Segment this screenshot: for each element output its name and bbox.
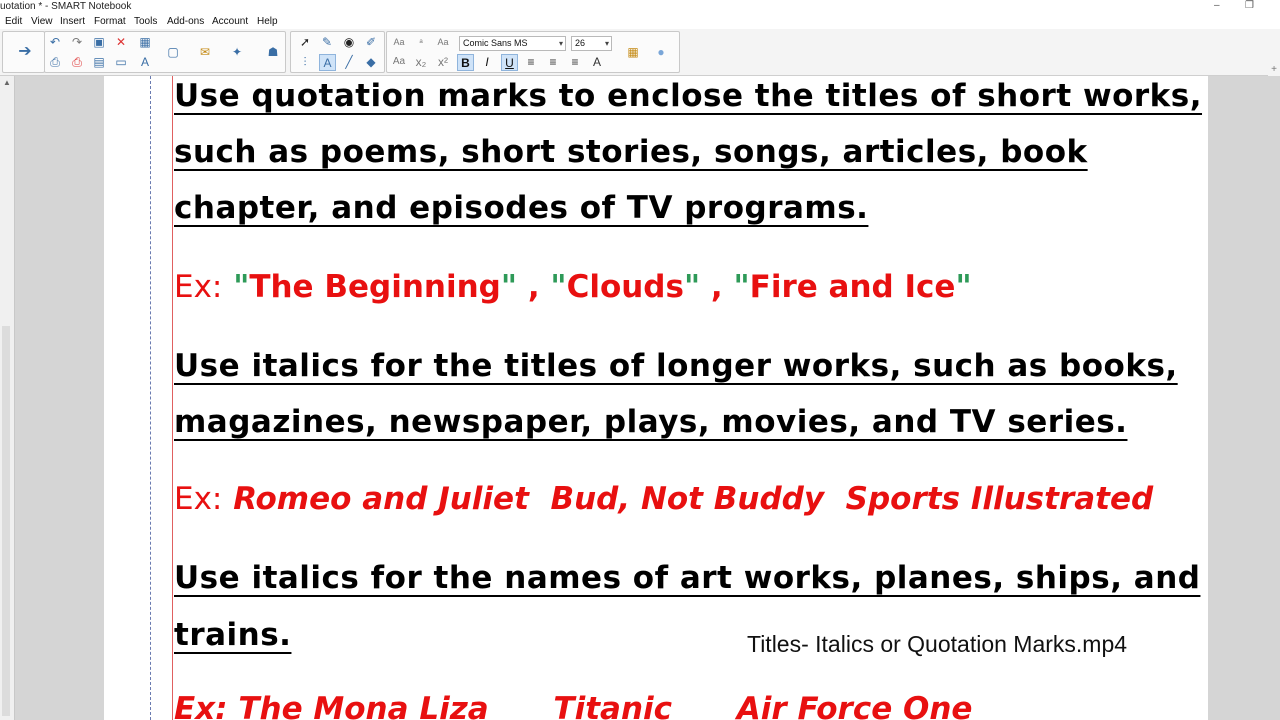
font-case-icon[interactable]: Aa (435, 34, 451, 50)
response-icon[interactable]: ✉ (197, 44, 213, 60)
menu-view[interactable]: View (31, 15, 53, 28)
tools-group: ➚ ✎ ◉ ✐ ⫶ A ╱ ◆ (290, 31, 385, 73)
font-size-select[interactable]: 26 ▾ (571, 36, 612, 51)
fill-icon[interactable]: ◉ (341, 34, 357, 50)
quote-mark: " (683, 269, 701, 305)
rule2-line1[interactable]: Use italics for the titles of longer wor… (174, 348, 1178, 384)
separator: , (700, 269, 734, 305)
example-label: Ex: (174, 481, 223, 517)
quote-mark: " (500, 269, 518, 305)
rule1-line2[interactable]: such as poems, short stories, songs, art… (174, 134, 1088, 170)
scroll-up-icon[interactable]: ▲ (3, 78, 11, 87)
separator: , (517, 269, 551, 305)
undo-icon[interactable]: ↶ (47, 34, 63, 50)
magic-pen-icon[interactable]: ✐ (363, 34, 379, 50)
pen-icon[interactable]: ✎ (319, 34, 335, 50)
example1-title2: Clouds (566, 269, 684, 305)
align-right-icon[interactable]: ≡ (567, 54, 583, 70)
nav-group: ➔ (2, 31, 45, 73)
redo-icon[interactable]: ↷ (69, 34, 85, 50)
text-format-group: Aa ᵃ Aa Comic Sans MS ▾ 26 ▾ Aa x₂ x² B … (386, 31, 680, 73)
display-icon[interactable]: ▢ (165, 44, 181, 60)
next-page-icon[interactable]: ➔ (17, 44, 33, 60)
font-size-down-icon[interactable]: ᵃ (413, 34, 429, 50)
share-icon[interactable]: ☗ (265, 44, 281, 60)
font-name-select[interactable]: Comic Sans MS ▾ (459, 36, 566, 51)
example-label: Ex: (174, 269, 223, 305)
notebook-page[interactable]: Use quotation marks to enclose the title… (104, 76, 1208, 720)
rule3-line2[interactable]: trains. (174, 617, 291, 653)
menu-bar: Edit View Insert Format Tools Add-ons Ac… (0, 14, 1280, 29)
example2-titles: Romeo and Juliet Bud, Not Buddy Sports I… (233, 481, 1154, 517)
toolbar: ➔ ↶ ↷ ▣ ✕ ▦ ⎙ ⎙ ▤ ▭ A ▢ ✉ ✦ ☗ ➚ ✎ ◉ ✐ ⫶ … (0, 29, 1280, 104)
example2[interactable]: Ex: Romeo and Juliet Bud, Not Buddy Spor… (174, 481, 1153, 517)
chevron-down-icon: ▾ (604, 39, 609, 48)
margin-red-line (172, 76, 173, 720)
paste-icon[interactable]: ▣ (91, 34, 107, 50)
italic-icon[interactable]: I (479, 54, 495, 70)
text-tool-icon[interactable]: A (137, 54, 153, 70)
rule1-line1[interactable]: Use quotation marks to enclose the title… (174, 78, 1202, 114)
table-icon[interactable]: ▦ (137, 34, 153, 50)
text-style-icon[interactable]: Aa (391, 54, 407, 70)
align-center-icon[interactable]: ≡ (545, 54, 561, 70)
example3[interactable]: Ex: The Mona Liza Titanic Air Force One (174, 691, 972, 720)
font-name-value: Comic Sans MS (463, 38, 528, 48)
example1[interactable]: Ex: "The Beginning" , "Clouds" , "Fire a… (174, 269, 972, 305)
delete-page-icon[interactable]: ⎙ (69, 54, 85, 70)
edit-group: ↶ ↷ ▣ ✕ ▦ ⎙ ⎙ ▤ ▭ A ▢ ✉ ✦ ☗ (44, 31, 286, 73)
minimize-button[interactable]: – (1214, 0, 1220, 12)
add-page-icon[interactable]: ⎙ (47, 54, 63, 70)
align-left-icon[interactable]: ≡ (523, 54, 539, 70)
text-options-icon[interactable]: A (589, 54, 605, 70)
menu-edit[interactable]: Edit (5, 15, 22, 28)
menu-tools[interactable]: Tools (134, 15, 157, 28)
rule2-line2[interactable]: magazines, newspaper, plays, movies, and… (174, 404, 1127, 440)
quote-mark: " (733, 269, 750, 305)
quote-mark: " (550, 269, 567, 305)
title-bar: uotation * - SMART Notebook – ❐ (0, 0, 1280, 14)
underline-icon[interactable]: U (501, 54, 518, 71)
subscript-icon[interactable]: x₂ (413, 54, 429, 70)
quote-mark: " (233, 269, 250, 305)
properties-icon[interactable]: ● (653, 44, 669, 60)
menu-format[interactable]: Format (94, 15, 126, 28)
color-palette-icon[interactable]: ▦ (625, 44, 641, 60)
quote-mark: " (955, 269, 972, 305)
save-icon[interactable]: ▤ (91, 54, 107, 70)
font-size-up-icon[interactable]: Aa (391, 34, 407, 50)
delete-icon[interactable]: ✕ (113, 34, 129, 50)
window-title: uotation * - SMART Notebook (0, 1, 132, 12)
vertical-scrollbar[interactable]: ▲ (0, 76, 15, 720)
text-color-icon[interactable]: A (319, 54, 336, 71)
restore-button[interactable]: ❐ (1245, 0, 1254, 12)
addon-icon[interactable]: ✦ (229, 44, 245, 60)
example-label: Ex: (174, 691, 228, 720)
menu-account[interactable]: Account (212, 15, 248, 28)
workspace: ▲ Use quotation marks to enclose the tit… (0, 76, 1280, 720)
example3-titles: The Mona Liza Titanic Air Force One (238, 691, 973, 720)
example1-title3: Fire and Ice (749, 269, 956, 305)
menu-insert[interactable]: Insert (60, 15, 85, 28)
screen-shade-icon[interactable]: ▭ (113, 54, 129, 70)
menu-addons[interactable]: Add-ons (167, 15, 204, 28)
bold-icon[interactable]: B (457, 54, 474, 71)
shapes-icon[interactable]: ⫶ (297, 54, 313, 70)
example1-title1: The Beginning (249, 269, 501, 305)
select-icon[interactable]: ➚ (297, 34, 313, 50)
font-size-value: 26 (575, 38, 586, 48)
rule3-line1[interactable]: Use italics for the names of art works, … (174, 560, 1200, 596)
chevron-down-icon: ▾ (558, 39, 563, 48)
menu-help[interactable]: Help (257, 15, 278, 28)
superscript-icon[interactable]: x² (435, 54, 451, 70)
line-icon[interactable]: ╱ (341, 54, 357, 70)
margin-dotted-line (150, 76, 151, 720)
rule1-line3[interactable]: chapter, and episodes of TV programs. (174, 190, 868, 226)
scrollbar-thumb[interactable] (2, 326, 10, 716)
eraser-icon[interactable]: ◆ (363, 54, 379, 70)
video-caption: Titles- Italics or Quotation Marks.mp4 (747, 631, 1128, 658)
